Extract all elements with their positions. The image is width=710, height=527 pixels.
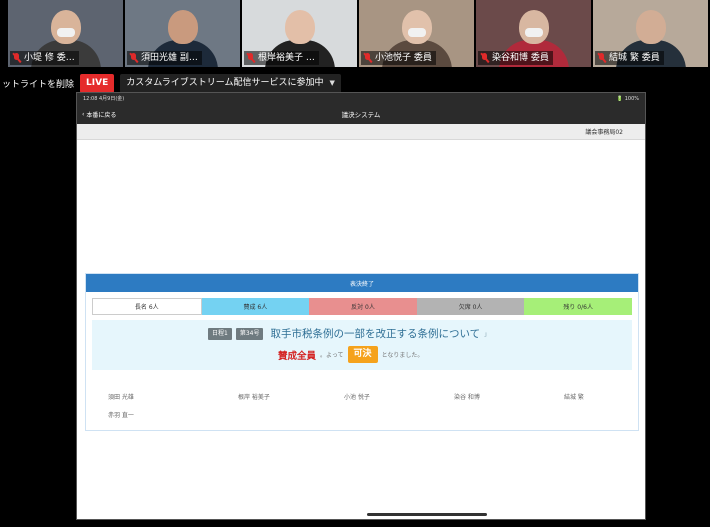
- chevron-left-icon: ‹: [82, 110, 85, 118]
- participant-tile[interactable]: 根岸裕美子 …: [242, 0, 357, 67]
- passed-badge: 可決: [347, 346, 378, 363]
- participant-face: [635, 10, 666, 44]
- mic-muted-icon: [363, 53, 372, 63]
- mic-muted-icon: [597, 53, 606, 63]
- participant-name: 結城 繁 委員: [609, 53, 660, 63]
- result-connector: 。よって: [320, 352, 344, 359]
- app-title: 議決システム: [341, 111, 381, 119]
- tablet-nav-bar: ‹ 本番に戻る 議決システム: [77, 104, 645, 124]
- participant-name: 小堤 修 委…: [24, 53, 75, 63]
- tally-total: 長名 6人: [92, 298, 202, 315]
- tablet-battery: 🔋 100%: [616, 95, 639, 102]
- bill-title: 取手市税条例の一部を改正する条例について: [270, 328, 481, 340]
- participant-face: [518, 10, 549, 44]
- participant-strip: 小堤 修 委… 須田光雄 副… 根岸裕美子 … 小池悦子 委員 染谷和博 委員 結城 繁 …: [0, 0, 710, 67]
- participant-name: 小池悦子 委員: [375, 53, 432, 63]
- face-mask: [56, 28, 75, 37]
- tablet-clock: 12:08 4月9日(金): [83, 96, 125, 102]
- panel-title: 表決終了: [86, 274, 638, 292]
- shared-tablet-screen: 12:08 4月9日(金) 🔋 100% ‹ 本番に戻る 議決システム 議会事務…: [76, 92, 646, 520]
- chevron-down-icon: ▼: [329, 79, 335, 87]
- participant-face: [167, 10, 198, 44]
- back-button[interactable]: ‹ 本番に戻る: [82, 110, 116, 119]
- vote-tally: 長名 6人 賛成 6人 反対 0人 欠席 0人 残り 0/6人: [92, 298, 632, 315]
- bill-number-tag: 第34号: [235, 327, 264, 340]
- live-bar: ットライトを削除 LIVE カスタムライブストリーム配信サービスに参加中 ▼: [0, 73, 341, 94]
- mic-muted-icon: [480, 53, 489, 63]
- bill-mark: 」: [484, 331, 491, 338]
- vote-result-text: 賛成全員: [278, 350, 317, 362]
- result-ending: となりました。: [381, 352, 424, 359]
- participant-name: 須田光雄 副…: [141, 53, 198, 63]
- member-name: 根岸 裕美子: [238, 394, 270, 401]
- participant-face: [50, 10, 81, 44]
- member-name: 赤羽 直一: [108, 412, 134, 419]
- participant-tile[interactable]: 小池悦子 委員: [359, 0, 474, 67]
- tablet-content: 表決終了 長名 6人 賛成 6人 反対 0人 欠席 0人 残り 0/6人 日程1…: [77, 140, 645, 520]
- participant-tile[interactable]: 染谷和博 委員: [476, 0, 591, 67]
- participant-name: 根岸裕美子 …: [258, 53, 315, 63]
- tally-remaining: 残り 0/6人: [524, 298, 632, 315]
- agenda-tag: 日程1: [208, 327, 232, 340]
- face-mask: [524, 28, 543, 37]
- user-bar: 議会事務局02: [77, 124, 645, 140]
- remove-spotlight-button[interactable]: ットライトを削除: [0, 77, 74, 90]
- vote-result-panel: 表決終了 長名 6人 賛成 6人 反対 0人 欠席 0人 残り 0/6人 日程1…: [85, 273, 639, 431]
- live-status-label: カスタムライブストリーム配信サービスに参加中: [126, 78, 324, 88]
- participant-tile[interactable]: 結城 繁 委員: [593, 0, 708, 67]
- live-status-dropdown[interactable]: カスタムライブストリーム配信サービスに参加中 ▼: [120, 74, 341, 93]
- participant-name-label: 結城 繁 委員: [595, 51, 664, 65]
- participant-tile[interactable]: 須田光雄 副…: [125, 0, 240, 67]
- member-name: 結城 繁: [564, 394, 584, 401]
- participant-name: 染谷和博 委員: [492, 53, 549, 63]
- back-label: 本番に戻る: [86, 111, 117, 119]
- participant-name-label: 染谷和博 委員: [478, 51, 553, 65]
- home-indicator[interactable]: [367, 513, 487, 516]
- member-name: 染谷 和博: [454, 394, 480, 401]
- member-name: 須田 光雄: [108, 394, 134, 401]
- tablet-status-bar: 12:08 4月9日(金) 🔋 100%: [77, 93, 645, 104]
- mic-muted-icon: [12, 53, 21, 63]
- face-mask: [407, 28, 426, 37]
- participant-face: [284, 10, 315, 44]
- participant-name-label: 根岸裕美子 …: [244, 51, 319, 65]
- bill-box: 日程1 第34号 取手市税条例の一部を改正する条例について 」 賛成全員 。よっ…: [92, 320, 632, 370]
- mic-muted-icon: [129, 53, 138, 63]
- tally-absent: 欠席 0人: [416, 298, 525, 315]
- live-badge: LIVE: [80, 74, 115, 93]
- mic-muted-icon: [246, 53, 255, 63]
- tally-no: 反対 0人: [309, 298, 417, 315]
- tally-yes: 賛成 6人: [201, 298, 310, 315]
- participant-tile[interactable]: 小堤 修 委…: [8, 0, 123, 67]
- screen: 小堤 修 委… 須田光雄 副… 根岸裕美子 … 小池悦子 委員 染谷和博 委員 結城 繁 …: [0, 0, 710, 527]
- member-name: 小池 悦子: [344, 394, 370, 401]
- participant-face: [401, 10, 432, 44]
- user-name: 議会事務局02: [585, 129, 623, 136]
- participant-name-label: 須田光雄 副…: [127, 51, 202, 65]
- participant-name-label: 小池悦子 委員: [361, 51, 436, 65]
- participant-name-label: 小堤 修 委…: [10, 51, 79, 65]
